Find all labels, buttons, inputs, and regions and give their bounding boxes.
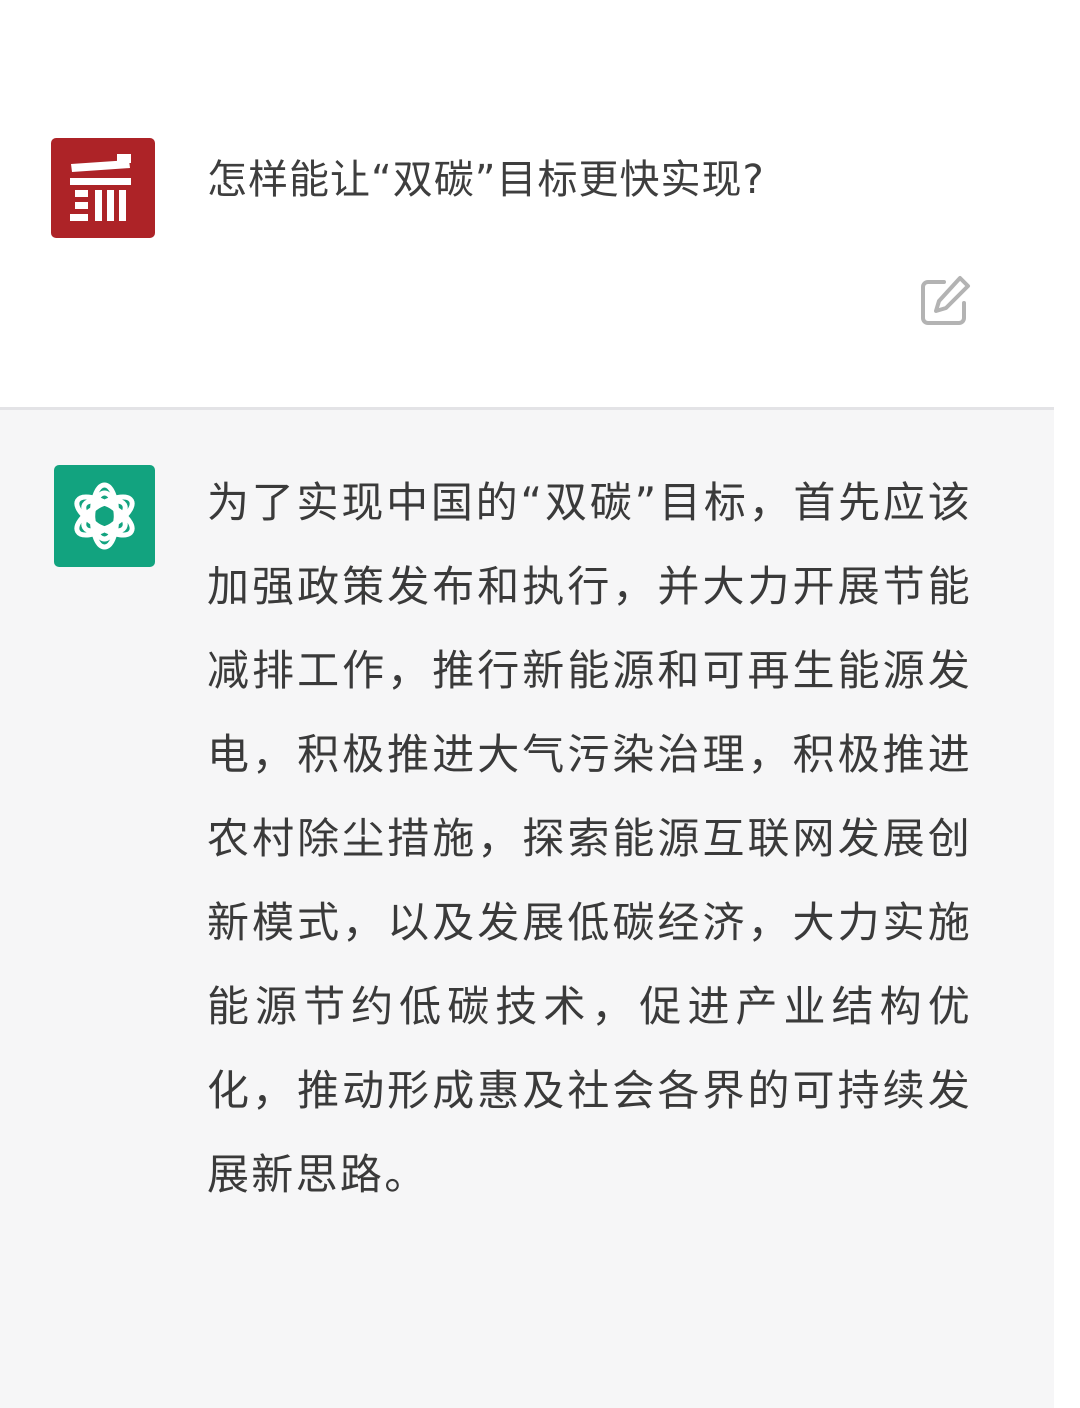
right-edge (1054, 408, 1080, 1408)
edit-icon[interactable] (917, 273, 973, 329)
user-message-row: 怎样能让“双碳”目标更快实现? (0, 0, 1080, 408)
openai-logo-icon (54, 465, 155, 567)
user-question-text: 怎样能让“双碳”目标更快实现? (207, 157, 765, 203)
assistant-answer-text: 为了实现中国的“双碳”目标，首先应该加强政策发布和执行，并大力开展节能减排工作，… (207, 478, 972, 1199)
red-building-logo-icon (51, 138, 155, 238)
